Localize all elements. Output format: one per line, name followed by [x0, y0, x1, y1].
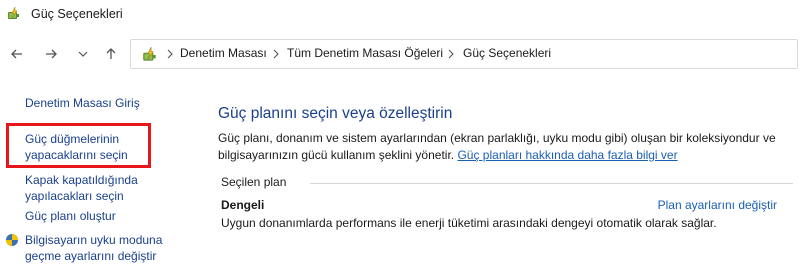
learn-more-link[interactable]: Güç planları hakkında daha fazla bilgi v…	[457, 148, 677, 162]
power-options-icon	[8, 6, 19, 19]
chevron-down-icon	[78, 51, 88, 57]
window-title: Güç Seçenekleri	[31, 7, 123, 21]
sidebar-item-label: Kapak kapatıldığında	[25, 173, 138, 187]
up-arrow-icon	[106, 48, 116, 59]
shield-icon	[6, 234, 18, 246]
section-label: Seçilen plan	[221, 175, 287, 189]
recent-locations-button[interactable]	[72, 43, 94, 65]
address-bar[interactable]: Denetim Masası Tüm Denetim Masası Öğeler…	[130, 39, 798, 69]
description-line: bilgisayarınızın gücü kullanım şeklini y…	[218, 147, 783, 164]
sidebar-item-create-plan[interactable]: Güç planı oluştur	[25, 208, 116, 224]
breadcrumb-all-items[interactable]: Tüm Denetim Masası Öğeleri	[287, 46, 443, 60]
sidebar-item-label: geçme ayarlarını değiştir	[25, 249, 157, 263]
description-text: bilgisayarınızın gücü kullanım şeklini y…	[218, 148, 455, 162]
plan-name: Dengeli	[221, 198, 265, 212]
breadcrumb-control-panel[interactable]: Denetim Masası	[180, 46, 267, 60]
plan-description: Uygun donanımlarda performans ile enerji…	[221, 216, 717, 230]
forward-button[interactable]	[40, 43, 62, 65]
chevron-right-icon[interactable]	[271, 48, 281, 60]
page-description: Güç planı, donanım ve sistem ayarlarında…	[218, 130, 783, 164]
sidebar-item-sleep-settings[interactable]: Bilgisayarın uyku moduna geçme ayarların…	[25, 232, 162, 264]
navigation-bar: Denetim Masası Tüm Denetim Masası Öğeler…	[0, 30, 800, 78]
chevron-right-icon	[167, 49, 173, 59]
description-line: Güç planı, donanım ve sistem ayarlarında…	[218, 131, 776, 145]
highlight-box	[6, 123, 151, 168]
change-plan-settings-link[interactable]: Plan ayarlarını değiştir	[658, 198, 777, 212]
page-title: Güç planını seçin veya özelleştirin	[218, 105, 453, 122]
forward-arrow-icon	[46, 49, 57, 59]
chevron-right-icon[interactable]	[446, 48, 456, 60]
title-bar: Güç Seçenekleri	[0, 0, 800, 30]
section-divider	[310, 183, 793, 184]
back-arrow-icon	[11, 49, 22, 59]
sidebar-item-control-panel-home[interactable]: Denetim Masası Giriş	[25, 95, 140, 111]
up-button[interactable]	[100, 43, 122, 65]
sidebar-item-label: yapılacakları seçin	[25, 189, 124, 203]
back-button[interactable]	[6, 43, 28, 65]
sidebar-item-label: Bilgisayarın uyku moduna	[25, 233, 163, 247]
power-options-icon	[143, 46, 156, 61]
sidebar-item-lid-close[interactable]: Kapak kapatıldığında yapılacakları seçin	[25, 172, 138, 204]
breadcrumb-power-options[interactable]: Güç Seçenekleri	[463, 46, 551, 60]
